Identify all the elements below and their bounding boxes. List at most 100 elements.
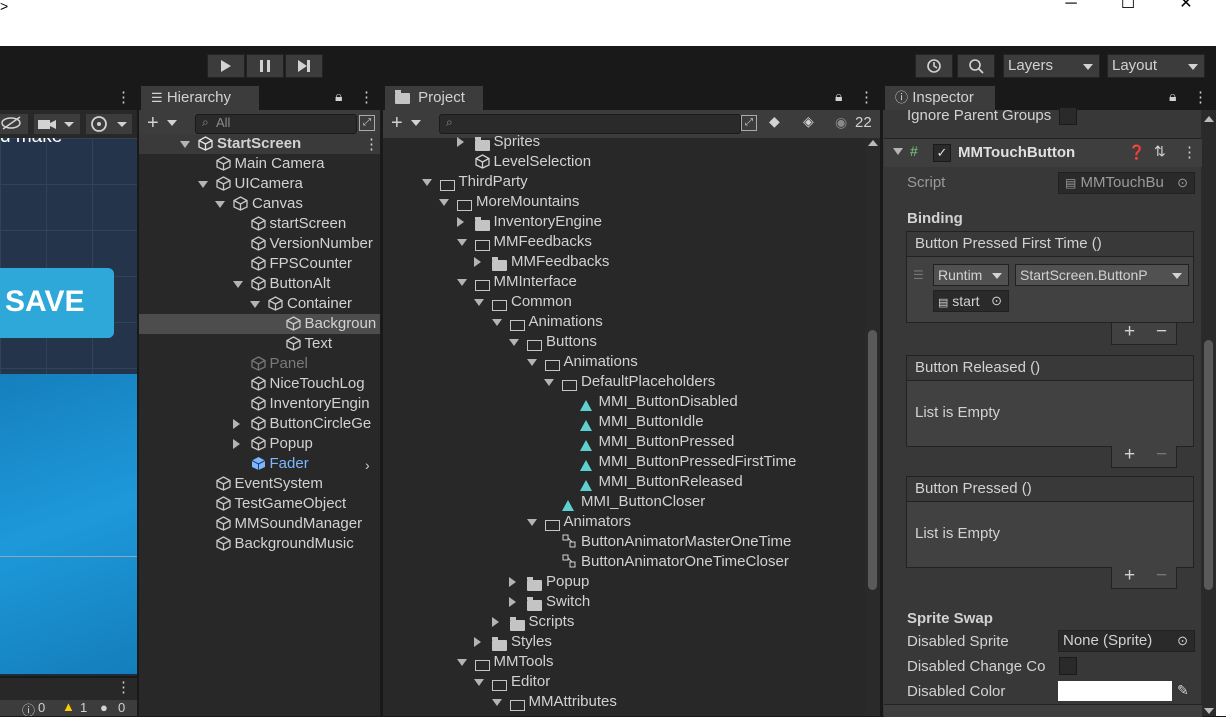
- project-search-input[interactable]: ⌕: [439, 114, 741, 134]
- inspector-scrollbar[interactable]: [1201, 110, 1216, 716]
- remove-item-button[interactable]: −: [1156, 565, 1167, 587]
- hierarchy-row[interactable]: Fader: [139, 454, 380, 474]
- search-button[interactable]: [957, 54, 995, 78]
- lock-icon[interactable]: 🔒︎: [1169, 88, 1176, 105]
- maximize-button[interactable]: ☐: [1105, 0, 1151, 12]
- next-component-header[interactable]: [884, 704, 1202, 717]
- scroll-up-icon[interactable]: [1204, 116, 1214, 122]
- project-row[interactable]: DefaultPlaceholders: [383, 372, 863, 392]
- more-menu-icon[interactable]: ⋮: [364, 135, 379, 153]
- drag-handle-icon[interactable]: ☰: [913, 268, 924, 282]
- hierarchy-search-input[interactable]: ⌕ All: [195, 114, 357, 134]
- help-icon[interactable]: ❓: [1128, 144, 1145, 161]
- minimize-button[interactable]: ─: [1048, 0, 1094, 12]
- expanded-arrow-icon[interactable]: [526, 359, 537, 366]
- hierarchy-row[interactable]: ButtonAlt: [139, 274, 380, 294]
- search-scope-icon[interactable]: ⤢: [741, 115, 757, 131]
- filter-by-type-icon[interactable]: ◆: [769, 113, 780, 130]
- expanded-arrow-icon[interactable]: [215, 201, 225, 208]
- collapsed-arrow-icon[interactable]: [474, 637, 481, 647]
- project-row[interactable]: MMFeedbacks: [383, 252, 863, 272]
- project-row[interactable]: Styles: [383, 632, 863, 652]
- remove-item-button[interactable]: −: [1156, 321, 1167, 343]
- project-row[interactable]: LevelSelection: [383, 152, 863, 172]
- tab-hierarchy[interactable]: ☰ Hierarchy: [141, 86, 259, 110]
- hierarchy-row[interactable]: Backgroun: [139, 314, 380, 334]
- project-row[interactable]: Animators: [383, 512, 863, 532]
- object-picker-icon[interactable]: ⊙: [1177, 173, 1188, 193]
- project-row[interactable]: MMInterface: [383, 272, 863, 292]
- project-row[interactable]: Popup: [383, 572, 863, 592]
- ignore-parent-groups-checkbox[interactable]: [1059, 107, 1077, 125]
- scene-view[interactable]: d make SAVE: [0, 138, 137, 676]
- hierarchy-row[interactable]: Text: [139, 334, 380, 354]
- hierarchy-row[interactable]: VersionNumber: [139, 234, 380, 254]
- project-row[interactable]: Scripts: [383, 612, 863, 632]
- info-icon[interactable]: ⓘ: [22, 700, 35, 716]
- object-picker-icon[interactable]: ⊙: [1177, 631, 1188, 651]
- hierarchy-row[interactable]: EventSystem: [139, 474, 380, 494]
- collapsed-arrow-icon[interactable]: [509, 597, 516, 607]
- collapsed-arrow-icon[interactable]: [232, 419, 240, 429]
- layers-dropdown[interactable]: Layers: [1003, 54, 1100, 78]
- expanded-arrow-icon[interactable]: [509, 339, 519, 346]
- hierarchy-row[interactable]: Container: [139, 294, 380, 314]
- hierarchy-row[interactable]: startScreen: [139, 214, 380, 234]
- expanded-arrow-icon[interactable]: [474, 679, 484, 686]
- gizmos-dropdown[interactable]: [86, 114, 132, 134]
- expanded-arrow-icon[interactable]: [456, 279, 467, 286]
- runtime-dropdown[interactable]: Runtim: [933, 264, 1009, 286]
- expanded-arrow-icon[interactable]: [474, 299, 484, 306]
- script-object-field[interactable]: ▤ MMTouchBu ⊙: [1058, 172, 1195, 194]
- project-row[interactable]: Animations: [383, 352, 863, 372]
- create-plus-icon[interactable]: +: [147, 112, 159, 135]
- undo-history-button[interactable]: [915, 54, 953, 78]
- collapsed-arrow-icon[interactable]: [491, 617, 499, 627]
- expanded-arrow-icon[interactable]: [197, 181, 208, 188]
- layout-dropdown[interactable]: Layout: [1107, 54, 1205, 78]
- scroll-thumb[interactable]: [1204, 340, 1213, 590]
- project-row[interactable]: MMI_ButtonIdle: [383, 412, 863, 432]
- project-row[interactable]: ButtonAnimatorOneTimeCloser: [383, 552, 863, 572]
- project-row[interactable]: MoreMountains: [383, 192, 863, 212]
- more-menu-icon[interactable]: ⋮: [116, 88, 131, 106]
- expanded-arrow-icon[interactable]: [491, 319, 502, 326]
- play-button[interactable]: [207, 54, 245, 78]
- collapsed-arrow-icon[interactable]: [456, 137, 464, 147]
- close-button[interactable]: ✕: [1163, 0, 1209, 12]
- project-scrollbar[interactable]: [865, 138, 880, 716]
- project-row[interactable]: MMI_ButtonPressed: [383, 432, 863, 452]
- hierarchy-row[interactable]: Panel: [139, 354, 380, 374]
- function-dropdown[interactable]: StartScreen.ButtonP: [1015, 264, 1189, 286]
- scroll-down-icon[interactable]: [1204, 708, 1214, 714]
- hierarchy-row[interactable]: Main Camera: [139, 154, 380, 174]
- hierarchy-row[interactable]: Popup: [139, 434, 380, 454]
- hierarchy-row[interactable]: MMSoundManager: [139, 514, 380, 534]
- more-menu-icon[interactable]: ⋮: [859, 88, 874, 106]
- project-row[interactable]: InventoryEngine: [383, 212, 863, 232]
- project-row[interactable]: ThirdParty: [383, 172, 863, 192]
- filter-by-label-icon[interactable]: ◈: [803, 113, 814, 130]
- project-row[interactable]: MMI_ButtonReleased: [383, 472, 863, 492]
- project-row[interactable]: MMFeedbacks: [383, 232, 863, 252]
- chevron-down-icon[interactable]: [411, 120, 421, 126]
- warning-icon[interactable]: ▲: [62, 699, 75, 714]
- chevron-right-icon[interactable]: ›: [365, 457, 370, 473]
- disabled-sprite-field[interactable]: None (Sprite) ⊙: [1058, 630, 1195, 652]
- project-row[interactable]: MMI_ButtonDisabled: [383, 392, 863, 412]
- step-button[interactable]: [285, 54, 323, 78]
- hierarchy-row[interactable]: InventoryEngin: [139, 394, 380, 414]
- expanded-arrow-icon[interactable]: [544, 379, 554, 386]
- project-row[interactable]: MMI_ButtonPressedFirstTime: [383, 452, 863, 472]
- expanded-arrow-icon[interactable]: [456, 659, 467, 666]
- hierarchy-row[interactable]: NiceTouchLog: [139, 374, 380, 394]
- project-row[interactable]: MMAttributes: [383, 692, 863, 712]
- expanded-arrow-icon[interactable]: [526, 519, 537, 526]
- project-row[interactable]: Sprites: [383, 132, 863, 152]
- collapsed-arrow-icon[interactable]: [232, 439, 240, 449]
- hidden-packages-icon[interactable]: ◉: [835, 114, 847, 131]
- more-menu-icon[interactable]: ⋮: [116, 678, 131, 696]
- expanded-arrow-icon[interactable]: [439, 199, 449, 206]
- visibility-toggle[interactable]: [0, 114, 28, 134]
- tab-project[interactable]: Project: [385, 86, 483, 110]
